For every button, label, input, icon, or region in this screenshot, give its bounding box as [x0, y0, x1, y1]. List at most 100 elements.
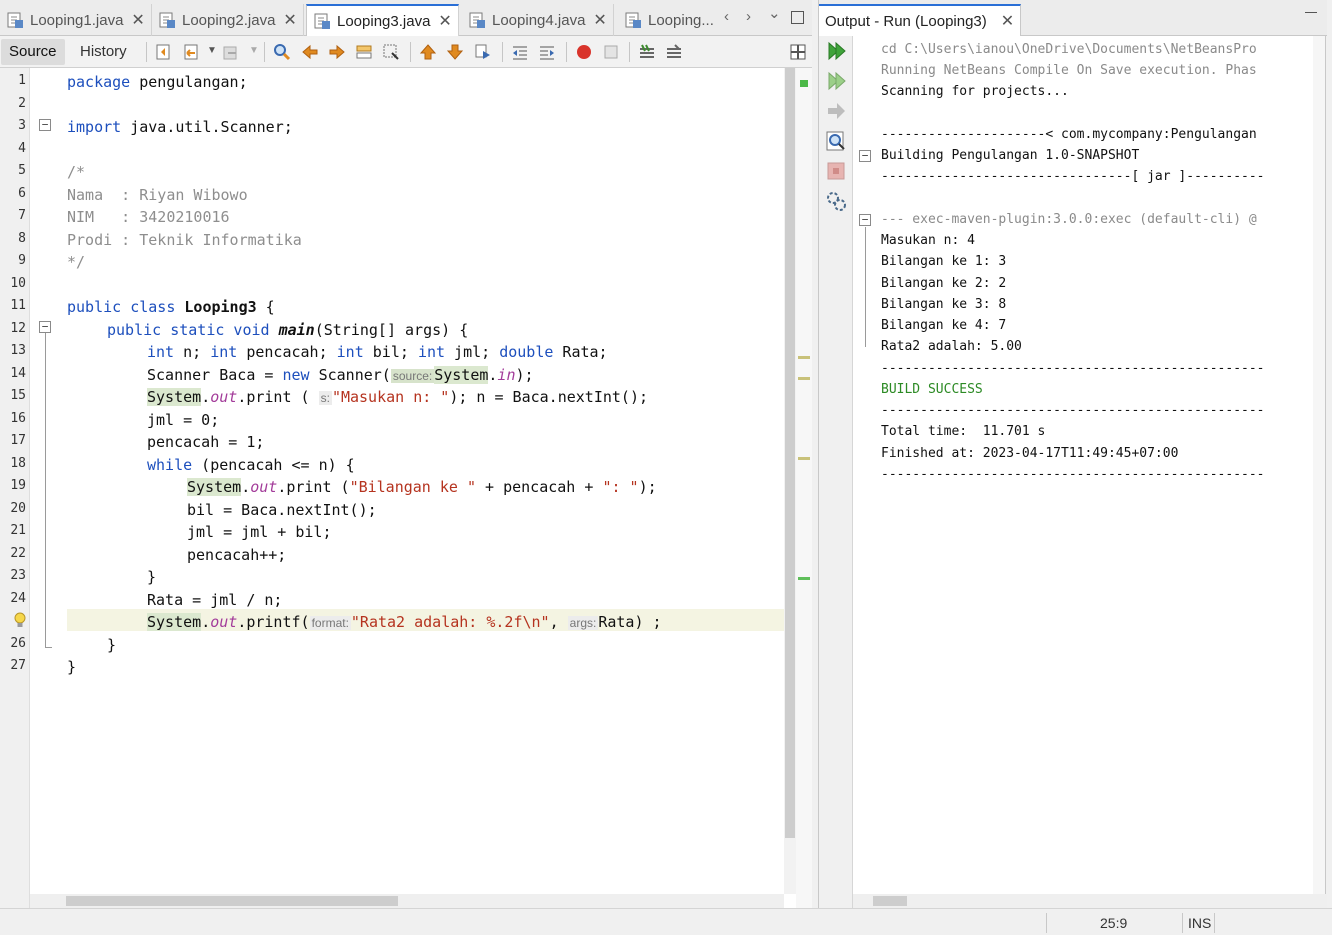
shift-line-right-icon[interactable] — [538, 43, 556, 61]
forward-icon[interactable] — [222, 43, 240, 61]
line-number: 23 — [10, 568, 26, 583]
java-file-icon — [468, 11, 486, 29]
status-separator — [1046, 913, 1047, 933]
output-line: ---------------------< com.mycompany:Pen… — [881, 127, 1257, 142]
start-macro-recording-icon[interactable] — [575, 43, 593, 61]
rerun-with-parameters-icon[interactable] — [825, 70, 847, 92]
close-icon[interactable]: ✕ — [131, 10, 144, 30]
close-icon[interactable]: ✕ — [593, 10, 606, 30]
line-number: 11 — [10, 298, 26, 313]
back-dropdown-icon[interactable]: ▼ — [207, 45, 217, 56]
output-vertical-scrollbar[interactable] — [1313, 36, 1325, 894]
close-icon[interactable]: ✕ — [438, 11, 451, 31]
tab-looping3[interactable]: Looping3.java ✕ — [306, 4, 459, 36]
find-icon[interactable] — [273, 43, 291, 61]
previous-bookmark-icon[interactable] — [419, 43, 437, 61]
tab-looping2[interactable]: Looping2.java ✕ — [152, 4, 304, 36]
find-next-icon[interactable] — [328, 43, 346, 61]
source-view-toggle[interactable]: Source — [1, 39, 65, 65]
output-line: Bilangan ke 4: 7 — [881, 318, 1007, 333]
output-line: Masukan n: 4 — [881, 233, 975, 248]
find-selection-icon[interactable] — [355, 43, 373, 61]
output-tab-bar: Output - Run (Looping3) ✕ — [819, 0, 1327, 36]
uncomment-icon[interactable] — [665, 43, 683, 61]
status-separator — [1182, 913, 1183, 933]
minimize-icon[interactable] — [1305, 12, 1317, 13]
fold-toggle-icon[interactable]: − — [859, 214, 871, 226]
caret-position[interactable]: 25:9 — [1100, 915, 1127, 931]
caret-marker — [798, 577, 810, 580]
settings-icon[interactable] — [825, 190, 847, 212]
status-separator — [1214, 913, 1215, 933]
output-line: Bilangan ke 2: 2 — [881, 276, 1007, 291]
last-edit-icon[interactable] — [155, 43, 173, 61]
maximize-icon[interactable] — [791, 11, 804, 24]
insert-mode-indicator[interactable]: INS — [1188, 915, 1211, 931]
split-editor-icon[interactable] — [789, 43, 807, 61]
output-toolbar — [819, 36, 853, 908]
find-previous-icon[interactable] — [301, 43, 319, 61]
display-build-details-icon[interactable] — [825, 130, 847, 152]
scroll-tabs-right-icon[interactable]: › — [746, 8, 751, 25]
output-pane: Output - Run (Looping3) ✕ − − cd C:\User… — [818, 0, 1327, 908]
code-line: Scanner Baca = new Scanner(source: System… — [147, 366, 534, 384]
line-number: 18 — [10, 456, 26, 471]
toggle-bookmark-icon[interactable] — [474, 43, 492, 61]
tab-looping1[interactable]: Looping1.java ✕ — [0, 4, 152, 36]
editor-horizontal-scrollbar[interactable] — [30, 894, 784, 908]
hint-marker[interactable] — [798, 457, 810, 460]
forward-dropdown-icon[interactable]: ▼ — [249, 45, 259, 56]
line-number: 21 — [10, 523, 26, 538]
line-number: 9 — [18, 253, 26, 268]
tab-looping5[interactable]: Looping... — [618, 4, 720, 36]
line-number: 14 — [10, 366, 26, 381]
scrollbar-thumb[interactable] — [785, 68, 795, 838]
line-number: 22 — [10, 546, 26, 561]
tab-label: Looping1.java — [30, 11, 124, 29]
output-line: Total time: 11.701 s — [881, 424, 1046, 439]
code-line: } — [67, 658, 77, 676]
resume-icon[interactable] — [825, 100, 847, 122]
editor-toolbar: Source History ▼ ▼ — [0, 36, 812, 68]
scrollbar-thumb[interactable] — [66, 896, 398, 906]
close-icon[interactable]: ✕ — [1001, 11, 1014, 31]
output-console[interactable]: − − cd C:\Users\ianou\OneDrive\Documents… — [855, 36, 1313, 894]
output-horizontal-scrollbar[interactable] — [853, 894, 1327, 908]
close-icon[interactable]: ✕ — [283, 10, 296, 30]
editor-tab-bar: Looping1.java ✕ Looping2.java ✕ Looping3… — [0, 0, 812, 36]
scroll-tabs-left-icon[interactable]: ‹ — [724, 8, 729, 25]
back-icon[interactable] — [183, 43, 201, 61]
show-opened-documents-icon[interactable]: ⌄ — [768, 4, 781, 22]
line-number: 5 — [18, 163, 26, 178]
code-line: bil = Baca.nextInt(); — [187, 501, 377, 519]
parameter-hint: args: — [567, 616, 599, 630]
scrollbar-thumb[interactable] — [873, 896, 907, 906]
output-line: ----------------------------------------… — [881, 467, 1265, 482]
code-line: } — [147, 568, 157, 586]
stop-macro-recording-icon[interactable] — [602, 43, 620, 61]
line-number: 17 — [10, 433, 26, 448]
toggle-comment-icon[interactable] — [638, 43, 656, 61]
next-bookmark-icon[interactable] — [446, 43, 464, 61]
parameter-hint: format: — [309, 616, 351, 630]
history-view-toggle[interactable]: History — [72, 39, 135, 65]
line-number: 8 — [18, 231, 26, 246]
lightbulb-hint-icon[interactable] — [12, 611, 28, 629]
tab-output-run[interactable]: Output - Run (Looping3) ✕ — [819, 4, 1022, 36]
line-number: 7 — [18, 208, 26, 223]
shift-line-left-icon[interactable] — [511, 43, 529, 61]
hint-marker[interactable] — [798, 377, 810, 380]
editor-vertical-scrollbar[interactable] — [784, 68, 796, 894]
stop-icon[interactable] — [825, 160, 847, 182]
code-line: pencacah = 1; — [147, 433, 265, 451]
output-line: ----------------------------------------… — [881, 403, 1265, 418]
hint-marker[interactable] — [798, 356, 810, 359]
error-stripe — [796, 68, 812, 908]
output-line: Finished at: 2023-04-17T11:49:45+07:00 — [881, 446, 1179, 461]
code-editor[interactable]: package pengulangan; import java.util.Sc… — [32, 68, 784, 894]
fold-toggle-icon[interactable]: − — [859, 150, 871, 162]
output-line: Bilangan ke 1: 3 — [881, 254, 1007, 269]
rerun-icon[interactable] — [825, 40, 847, 62]
toggle-highlight-search-icon[interactable] — [382, 43, 400, 61]
tab-looping4[interactable]: Looping4.java ✕ — [462, 4, 614, 36]
